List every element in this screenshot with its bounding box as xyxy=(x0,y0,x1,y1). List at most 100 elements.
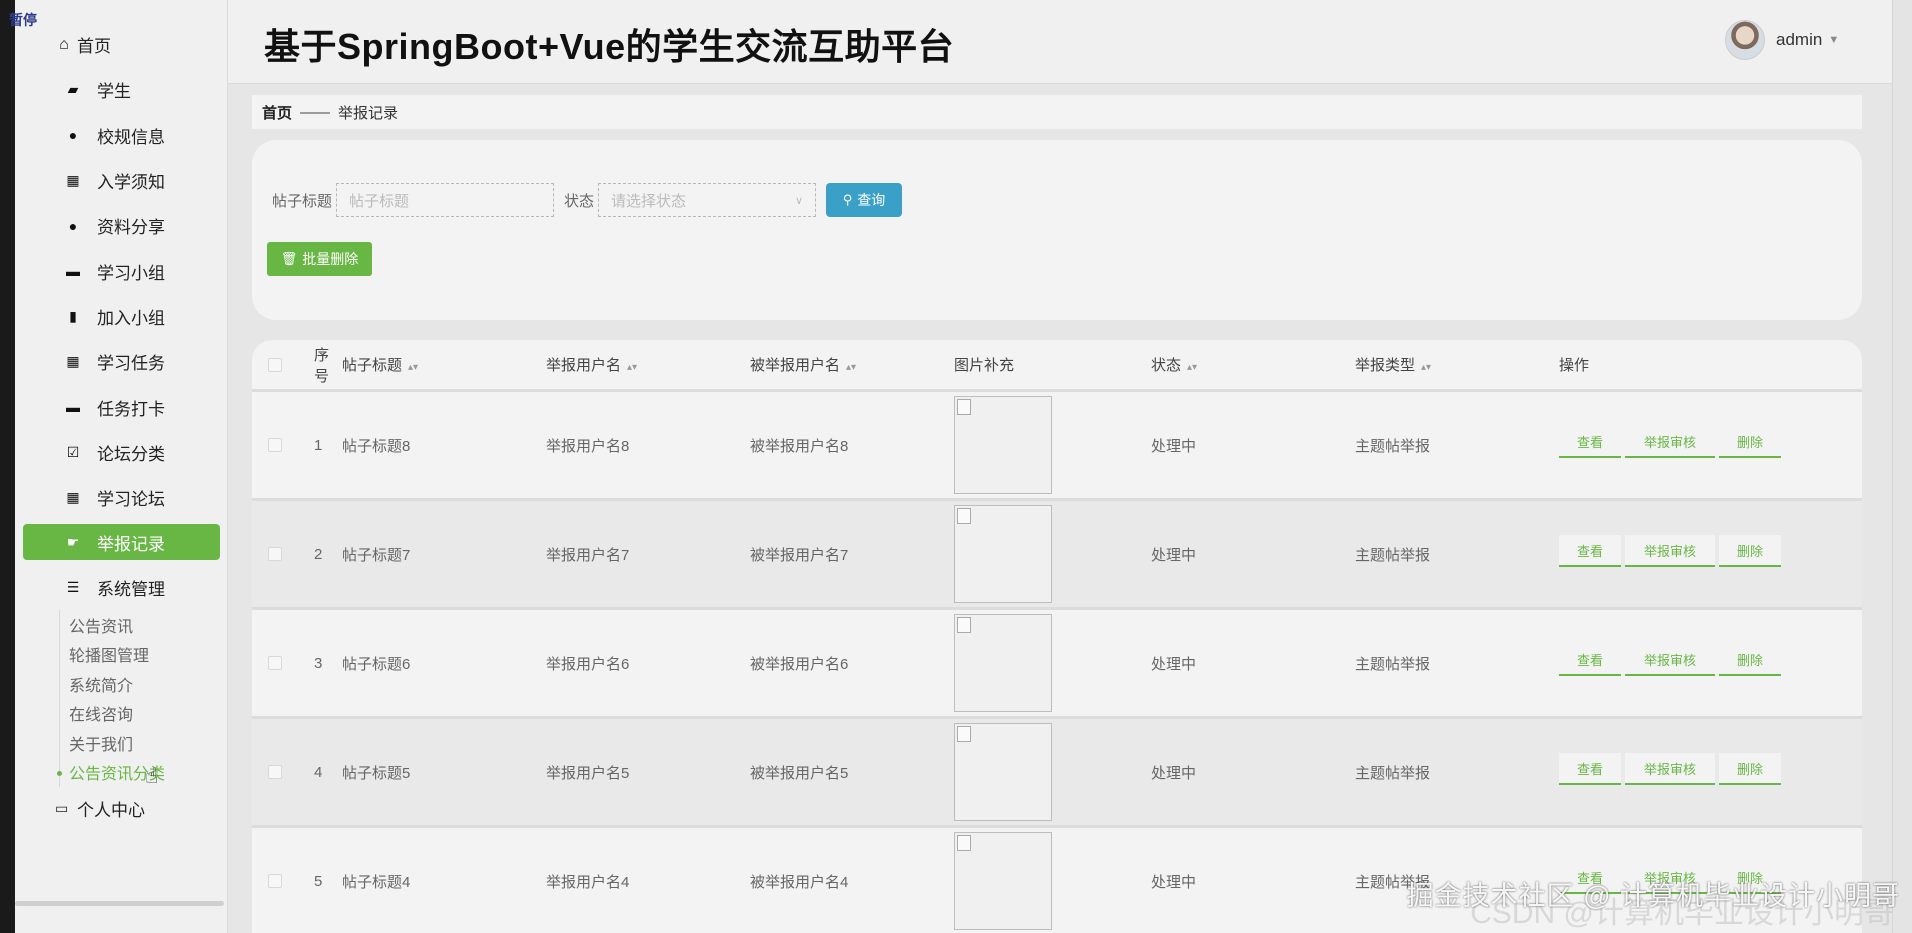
view-button[interactable]: 查看 xyxy=(1559,753,1622,785)
query-button-label: 查询 xyxy=(857,192,886,208)
sidebar-item-system[interactable]: ☰ 系统管理 xyxy=(15,565,228,610)
sidebar-item-forum-category[interactable]: ☑ 论坛分类 xyxy=(15,430,228,475)
grid-icon: ▦ xyxy=(66,489,80,506)
sidebar-item-tasks[interactable]: ▦ 学习任务 xyxy=(15,339,228,384)
delete-button[interactable]: 删除 xyxy=(1719,426,1782,458)
breadcrumb-separator: —— xyxy=(300,103,331,121)
col-reported[interactable]: 被举报用户名 ▴▾ xyxy=(750,354,954,375)
watermark: 掘金技术社区 @ 计算机毕业设计小明哥 xyxy=(1406,881,1900,911)
sort-icon[interactable]: ▴▾ xyxy=(1421,362,1431,373)
sort-icon[interactable]: ▴▾ xyxy=(1187,362,1197,373)
sidebar-item-label: 任务打卡 xyxy=(97,399,165,419)
sidebar-scrollbar[interactable] xyxy=(15,901,224,906)
cell-ops: 查看 举报审核 删除 xyxy=(1559,644,1862,676)
sidebar-item-checkin[interactable]: ▬ 任务打卡 xyxy=(15,384,228,429)
submenu-item-notice-category[interactable]: 公告资讯分类 xyxy=(15,757,228,788)
sidebar-item-student[interactable]: ▰ 学生 xyxy=(15,67,228,112)
briefcase-icon: ▬ xyxy=(66,263,80,280)
cell-reporter: 举报用户名4 xyxy=(546,873,630,891)
sidebar-menu: ⌂ 首页 ▰ 学生 ● 校规信息 ▦ 入学须知 ● 资料分享 ▬ 学习小组 ▮ … xyxy=(15,22,228,611)
main-content: 首页 —— 举报记录 帖子标题 帖子标题 状态 请选择状态 ∨ ⚲ 查询 🗑 批… xyxy=(228,85,1895,933)
sort-icon[interactable]: ▴▾ xyxy=(846,362,856,373)
avatar[interactable] xyxy=(1725,20,1765,60)
sidebar-item-home[interactable]: ⌂ 首页 xyxy=(15,22,228,67)
sidebar-item-join-group[interactable]: ▮ 加入小组 xyxy=(15,294,228,339)
sidebar-item-enrollment[interactable]: ▦ 入学须知 xyxy=(15,158,228,203)
sidebar-item-label: 个人中心 xyxy=(77,801,145,820)
search-row: 帖子标题 帖子标题 状态 请选择状态 ∨ ⚲ 查询 xyxy=(272,183,903,217)
col-state[interactable]: 状态 ▴▾ xyxy=(1151,354,1355,375)
sidebar-item-label: 学习小组 xyxy=(97,263,165,283)
sidebar-item-rules[interactable]: ● 校规信息 xyxy=(15,113,228,158)
user-menu[interactable]: admin ▼ xyxy=(1725,20,1839,60)
submenu-item-about[interactable]: 关于我们 xyxy=(15,728,228,758)
page-scrollbar[interactable] xyxy=(1892,0,1912,933)
breadcrumb-current: 举报记录 xyxy=(338,104,399,122)
list-icon: ☰ xyxy=(66,579,80,596)
sidebar-item-label: 论坛分类 xyxy=(97,444,165,464)
sidebar-item-label: 入学须知 xyxy=(97,173,165,193)
delete-button[interactable]: 删除 xyxy=(1719,753,1782,785)
sort-icon[interactable]: ▴▾ xyxy=(408,362,418,373)
cell-reported: 被举报用户名8 xyxy=(750,437,849,455)
sidebar-item-label: 学生 xyxy=(97,82,131,102)
sidebar-item-label: 学习任务 xyxy=(97,354,165,374)
home-icon: ⌂ xyxy=(59,35,69,53)
sort-icon[interactable]: ▴▾ xyxy=(627,362,637,373)
batch-delete-label: 批量删除 xyxy=(302,251,359,267)
cell-state: 处理中 xyxy=(1151,873,1197,891)
submenu-item-intro[interactable]: 系统简介 xyxy=(15,669,228,699)
delete-button[interactable]: 删除 xyxy=(1719,644,1782,676)
submenu-item-carousel[interactable]: 轮播图管理 xyxy=(15,639,228,670)
broken-image-icon xyxy=(954,505,1052,603)
col-title[interactable]: 帖子标题 ▴▾ xyxy=(342,354,546,375)
sidebar-item-personal-center[interactable]: ▭ 个人中心 xyxy=(55,796,145,821)
cell-ops: 查看 举报审核 删除 xyxy=(1559,535,1862,567)
sidebar-item-label: 资料分享 xyxy=(97,218,165,238)
col-reporter[interactable]: 举报用户名 ▴▾ xyxy=(546,354,750,375)
cell-reporter: 举报用户名6 xyxy=(546,655,630,673)
cell-index: 2 xyxy=(314,545,323,563)
view-button[interactable]: 查看 xyxy=(1559,644,1622,676)
batch-delete-button[interactable]: 🗑 批量删除 xyxy=(267,242,372,276)
sidebar-item-materials[interactable]: ● 资料分享 xyxy=(15,203,228,248)
monitor-icon: ▬ xyxy=(66,399,80,416)
sidebar-item-groups[interactable]: ▬ 学习小组 xyxy=(15,248,228,293)
col-ops: 操作 xyxy=(1559,357,1590,374)
row-checkbox[interactable] xyxy=(268,438,282,452)
report-table: 序号 帖子标题 ▴▾ 举报用户名 ▴▾ 被举报用户名 ▴▾ 图片补充 状态 ▴▾ 举报类… xyxy=(252,340,1862,933)
row-checkbox[interactable] xyxy=(268,874,282,888)
audit-button[interactable]: 举报审核 xyxy=(1625,426,1716,458)
row-checkbox[interactable] xyxy=(268,656,282,670)
cell-reported: 被举报用户名4 xyxy=(750,873,849,891)
user-icon: ● xyxy=(68,127,78,144)
breadcrumb-home[interactable]: 首页 xyxy=(262,102,292,123)
delete-button[interactable]: 删除 xyxy=(1719,535,1782,567)
select-all-checkbox[interactable] xyxy=(268,357,282,372)
submenu-item-notice[interactable]: 公告资讯 xyxy=(15,610,228,640)
submenu-item-consult[interactable]: 在线咨询 xyxy=(15,698,228,729)
state-select-placeholder: 请选择状态 xyxy=(611,192,687,210)
query-button[interactable]: ⚲ 查询 xyxy=(826,183,903,217)
audit-button[interactable]: 举报审核 xyxy=(1625,753,1716,785)
ticket-icon: ▰ xyxy=(67,81,79,98)
view-button[interactable]: 查看 xyxy=(1559,426,1622,458)
sidebar: 暂停 ⌂ 首页 ▰ 学生 ● 校规信息 ▦ 入学须知 ● 资料分享 ▬ 学习小组… xyxy=(9,0,228,933)
sidebar-item-label: 系统管理 xyxy=(97,580,165,600)
row-checkbox[interactable] xyxy=(268,547,282,561)
col-type[interactable]: 举报类型 ▴▾ xyxy=(1355,354,1559,375)
grid-icon: ▦ xyxy=(66,172,80,189)
mouse-cursor-icon: ☝ xyxy=(145,763,159,788)
sidebar-item-forum[interactable]: ▦ 学习论坛 xyxy=(15,475,228,520)
row-checkbox[interactable] xyxy=(268,765,282,779)
audit-button[interactable]: 举报审核 xyxy=(1625,535,1716,567)
audit-button[interactable]: 举报审核 xyxy=(1625,644,1716,676)
sidebar-item-reports[interactable]: ☛ 举报记录 xyxy=(23,524,220,561)
cell-type: 主题帖举报 xyxy=(1355,546,1431,564)
title-search-input[interactable]: 帖子标题 xyxy=(336,183,555,217)
state-select[interactable]: 请选择状态 ∨ xyxy=(598,183,817,217)
view-button[interactable]: 查看 xyxy=(1559,535,1622,567)
cell-ops: 查看 举报审核 删除 xyxy=(1559,426,1862,458)
breadcrumb: 首页 —— 举报记录 xyxy=(252,95,1862,129)
cell-title: 帖子标题4 xyxy=(342,873,411,891)
